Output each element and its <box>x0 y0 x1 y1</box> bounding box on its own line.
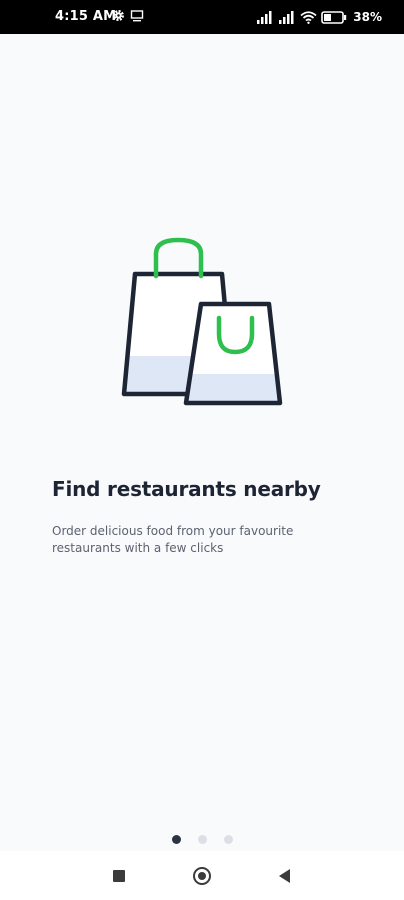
onboarding-subtitle: Order delicious food from your favourite… <box>52 524 294 555</box>
shopping-bags-icon <box>121 237 283 406</box>
onboarding-title: Find restaurants nearby <box>52 477 321 501</box>
battery-percent: 38% <box>353 10 382 24</box>
monitor-icon <box>130 10 144 22</box>
wifi-icon <box>300 10 317 24</box>
page-indicator <box>172 835 233 844</box>
page-dot[interactable] <box>198 835 207 844</box>
onboarding-screen[interactable]: Find restaurants nearby Order delicious … <box>0 34 404 851</box>
status-bar: 4:15 AM 38% <box>0 0 404 34</box>
status-time: 4:15 AM <box>55 9 117 24</box>
back-icon[interactable] <box>279 869 290 883</box>
page-dot-active[interactable] <box>172 835 181 844</box>
status-indicators: 38% <box>256 8 382 26</box>
battery-icon <box>321 10 347 24</box>
home-icon[interactable] <box>193 867 211 885</box>
system-nav-bar <box>0 851 404 900</box>
signal-icon <box>257 10 272 24</box>
signal-icon <box>279 10 294 24</box>
gear-icon <box>113 10 124 21</box>
page-dot[interactable] <box>224 835 233 844</box>
recent-apps-icon[interactable] <box>113 870 125 882</box>
